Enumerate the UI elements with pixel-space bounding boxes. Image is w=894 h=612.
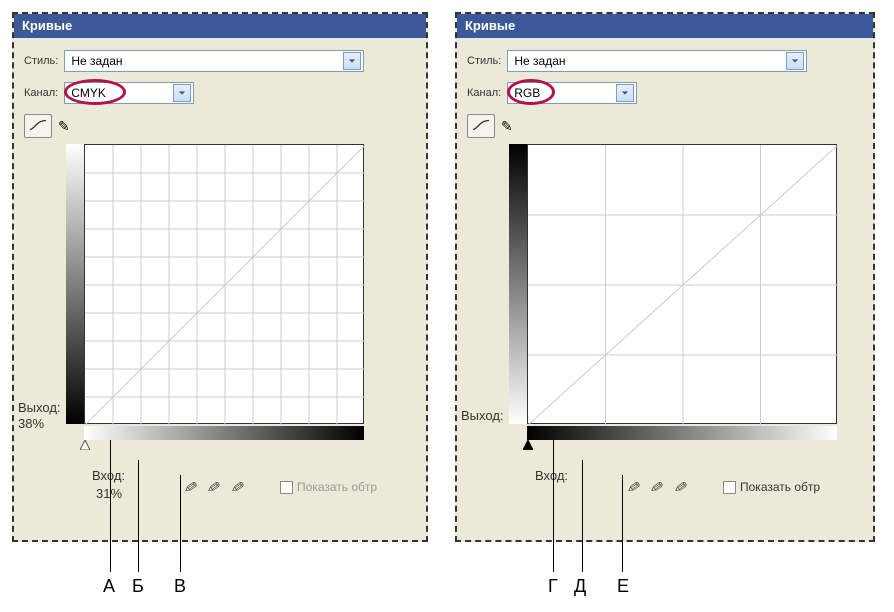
curve-icon <box>472 118 490 135</box>
output-label: Выход: <box>461 408 504 423</box>
curves-dialog-cmyk: Кривые Стиль: Не задан Канал: CMYK <box>12 12 428 542</box>
curve-tool-button[interactable] <box>467 114 495 138</box>
curve-tool-button[interactable] <box>24 114 52 138</box>
dialog-titlebar[interactable]: Кривые <box>14 14 426 38</box>
callout-letter: В <box>174 576 186 597</box>
black-point-eyedropper-icon[interactable]: ✎ <box>625 477 642 499</box>
checkbox-icon <box>280 481 293 494</box>
output-value: 38% <box>18 416 44 431</box>
pencil-tool-button[interactable]: ✎ <box>58 118 70 135</box>
show-clipping-label: Показать обтр <box>740 480 820 494</box>
input-label: Вход: <box>92 468 125 483</box>
style-value: Не задан <box>71 54 343 68</box>
shadow-slider[interactable] <box>523 440 533 450</box>
style-value: Не задан <box>514 54 786 68</box>
style-dropdown[interactable]: Не задан <box>64 50 364 72</box>
style-label: Стиль: <box>467 55 501 67</box>
chevron-down-icon[interactable] <box>343 52 361 70</box>
black-point-eyedropper-icon[interactable]: ✎ <box>182 477 199 499</box>
pencil-tool-button[interactable]: ✎ <box>501 118 513 135</box>
white-point-eyedropper-icon[interactable]: ✎ <box>672 477 689 499</box>
channel-label: Канал: <box>24 87 58 99</box>
curves-dialog-rgb: Кривые Стиль: Не задан Канал: RGB <box>455 12 875 542</box>
chevron-down-icon[interactable] <box>616 84 634 102</box>
show-clipping-checkbox: Показать обтр <box>280 480 377 494</box>
channel-dropdown[interactable]: RGB <box>507 82 637 104</box>
show-clipping-checkbox[interactable]: Показать обтр <box>723 480 820 494</box>
checkbox-icon[interactable] <box>723 481 736 494</box>
curve-icon <box>29 118 47 135</box>
gray-point-eyedropper-icon[interactable]: ✎ <box>206 477 223 499</box>
channel-value: CMYK <box>71 86 173 100</box>
gray-point-eyedropper-icon[interactable]: ✎ <box>649 477 666 499</box>
eyedropper-group: ✎ ✎ ✎ <box>184 478 244 498</box>
input-label: Вход: <box>535 468 568 483</box>
channel-label: Канал: <box>467 87 501 99</box>
dialog-titlebar[interactable]: Кривые <box>457 14 873 38</box>
callout-letter: Е <box>617 576 629 597</box>
chevron-down-icon[interactable] <box>173 84 191 102</box>
eyedropper-group: ✎ ✎ ✎ <box>627 478 687 498</box>
callout-letter: Д <box>574 576 586 597</box>
callout-letter: А <box>103 576 115 597</box>
channel-dropdown[interactable]: CMYK <box>64 82 194 104</box>
chevron-down-icon[interactable] <box>786 52 804 70</box>
x-gradient-bar <box>84 426 364 440</box>
callout-letter: Б <box>132 576 144 597</box>
style-label: Стиль: <box>24 55 58 67</box>
callout-letter: Г <box>548 576 558 597</box>
y-gradient-bar <box>509 144 527 424</box>
white-point-eyedropper-icon[interactable]: ✎ <box>229 477 246 499</box>
curve-grid[interactable] <box>84 144 364 424</box>
show-clipping-label: Показать обтр <box>297 480 377 494</box>
output-label: Выход: <box>18 400 61 415</box>
style-dropdown[interactable]: Не задан <box>507 50 807 72</box>
curve-grid[interactable] <box>527 144 837 424</box>
x-gradient-bar <box>527 426 837 440</box>
y-gradient-bar <box>66 144 84 424</box>
shadow-slider[interactable] <box>80 440 90 450</box>
channel-value: RGB <box>514 86 616 100</box>
